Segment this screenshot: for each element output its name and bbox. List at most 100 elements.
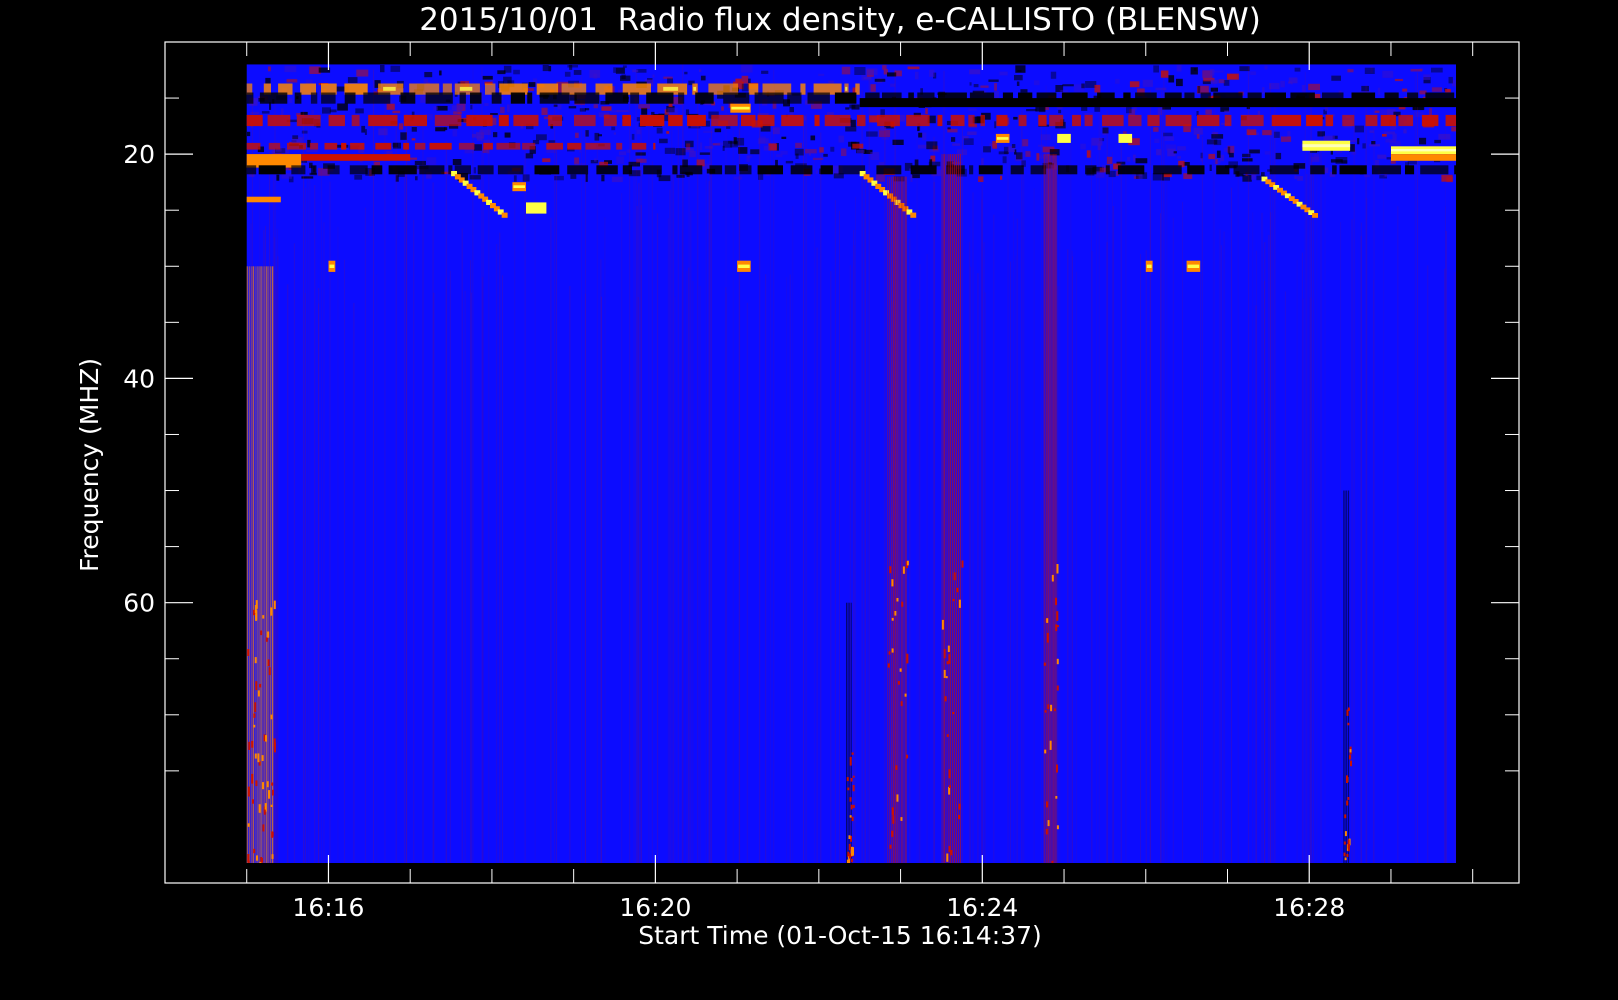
feature-vertical-28-speckle [850, 804, 853, 810]
feature-vertical-26-speckle [950, 850, 953, 856]
noise-cell [1446, 176, 1454, 183]
noise-cell [424, 72, 433, 78]
feature-vertical-24-speckle [262, 824, 265, 832]
striation [384, 82, 386, 863]
noise-cell [548, 65, 552, 72]
feature-band-2 [324, 142, 338, 150]
noise-cell [914, 159, 919, 166]
noise-cell [1382, 70, 1394, 78]
feature-vertical-25-speckle [896, 598, 899, 602]
feature-vertical-27-speckle [1046, 632, 1049, 643]
feature-vertical-28-speckle [852, 804, 855, 808]
noise-cell [1410, 68, 1423, 72]
feature-band-2 [458, 142, 475, 150]
feature-band-0-core [663, 86, 679, 91]
noise-cell [611, 126, 616, 131]
y-tick-label: 20 [123, 140, 155, 169]
noise-cell [504, 132, 511, 138]
striation [657, 213, 659, 863]
noise-cell [398, 123, 404, 130]
noise-cell [1403, 129, 1407, 134]
striation [1145, 250, 1147, 863]
noise-cell [1349, 139, 1357, 143]
noise-cell [1325, 107, 1328, 112]
noise-cell [490, 113, 498, 116]
noise-cell [276, 174, 280, 181]
feature-vertical-24-speckle [257, 753, 260, 763]
feature-band-1 [1128, 114, 1142, 127]
noise-cell [849, 104, 856, 109]
feature-vertical-25-speckle [894, 611, 897, 616]
noise-cell [841, 66, 851, 75]
striation [1414, 75, 1416, 863]
noise-cell [1394, 78, 1403, 82]
striation [514, 178, 516, 863]
noise-cell [618, 151, 627, 156]
feature-vertical-24-speckle [259, 683, 262, 688]
noise-cell [1377, 154, 1387, 159]
noise-cell [638, 104, 650, 109]
noise-cell [620, 75, 631, 81]
striation [969, 226, 971, 863]
striation [1033, 188, 1035, 863]
noise-cell [579, 108, 586, 112]
noise-cell [870, 152, 880, 160]
noise-cell [810, 135, 816, 141]
striation [1237, 172, 1239, 863]
feature-vertical-24-speckle [247, 786, 250, 797]
feature-band-10 [1187, 165, 1205, 175]
noise-cell [1412, 106, 1424, 111]
feature-vertical-27-speckle [1055, 796, 1058, 799]
striation [759, 82, 761, 863]
noise-cell [818, 73, 825, 76]
noise-cell [951, 137, 956, 142]
noise-cell [1242, 153, 1251, 158]
feature-band-1 [1084, 114, 1093, 127]
feature-band-1 [1306, 114, 1323, 127]
striation [803, 117, 804, 863]
noise-cell [983, 146, 991, 153]
noise-cell [528, 82, 536, 87]
feature-band-1 [877, 114, 900, 127]
striation [581, 75, 582, 863]
feature-band-10 [246, 165, 257, 175]
noise-cell [699, 142, 703, 151]
noise-cell [819, 147, 824, 153]
feature-band-1 [1102, 114, 1124, 127]
feature-vertical-26-speckle [946, 661, 949, 665]
noise-cell [952, 143, 961, 146]
feature-vertical-27-speckle [1056, 658, 1059, 665]
noise-cell [601, 174, 605, 182]
striation [309, 162, 311, 863]
striation [395, 119, 397, 863]
feature-vertical-25-speckle [899, 668, 902, 672]
noise-cell [542, 158, 551, 163]
noise-cell [866, 131, 878, 137]
noise-cell [1280, 80, 1285, 88]
feature-band-10 [1371, 165, 1401, 175]
feature-vertical-26-speckle [948, 786, 951, 795]
noise-cell [994, 121, 997, 129]
feature-vertical-25-speckle [889, 566, 892, 574]
striation [1366, 198, 1368, 863]
feature-vertical-27-speckle [1056, 625, 1059, 628]
noise-cell [667, 107, 678, 115]
noise-cell [380, 64, 385, 73]
noise-cell [685, 109, 690, 116]
feature-band-9 [363, 92, 391, 104]
striation [669, 189, 671, 863]
striation [1296, 259, 1298, 863]
noise-cell [1250, 71, 1257, 75]
noise-cell [750, 149, 760, 155]
noise-cell [473, 144, 482, 151]
noise-cell [1050, 71, 1057, 79]
noise-cell [973, 84, 979, 88]
feature-band-1 [1038, 114, 1047, 127]
spectrogram-chart: 2015/10/01 Radio flux density, e-CALLIST… [0, 0, 1618, 1000]
feature-band-10 [311, 165, 317, 175]
feature-vertical-25-speckle [891, 617, 894, 621]
feature-vertical-26-line [957, 154, 960, 863]
noise-cell [452, 159, 462, 166]
striation [274, 237, 276, 863]
striation [909, 238, 911, 863]
